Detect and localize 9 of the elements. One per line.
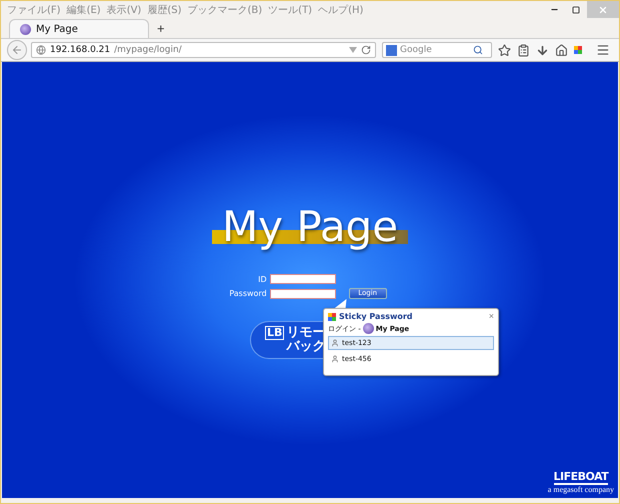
id-label: ID [257, 274, 267, 284]
lb-logo: LB [265, 326, 284, 340]
popup-title: Sticky Password [339, 312, 413, 321]
password-label: Password [229, 289, 267, 298]
logo-tagline: a megasoft company [548, 485, 614, 494]
url-path: /mypage/login/ [114, 45, 182, 55]
remote-label: バック [286, 340, 326, 354]
lifeboat-logo: LIFEBOAT [554, 471, 608, 485]
url-host: 192.168.0.21 [50, 45, 110, 55]
